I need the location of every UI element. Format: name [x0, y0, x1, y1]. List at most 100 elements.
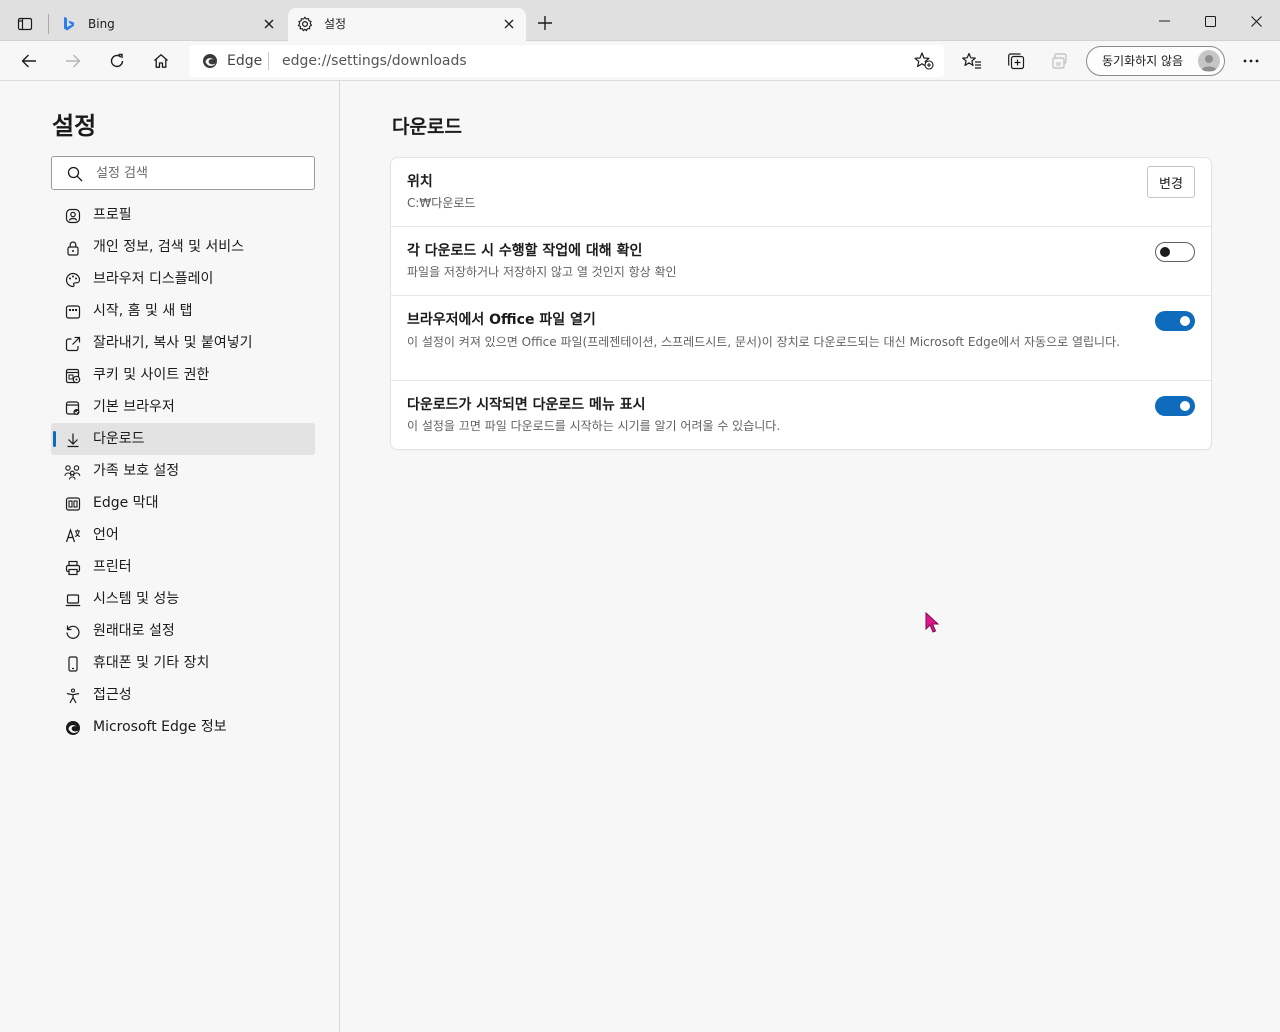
maximize-button[interactable]: [1192, 6, 1228, 36]
collections-button[interactable]: [1006, 51, 1026, 71]
sidebar-item-printers[interactable]: 프린터: [51, 551, 315, 583]
home-icon: [154, 54, 168, 68]
change-location-button[interactable]: 변경: [1147, 166, 1195, 198]
profile-icon: [64, 207, 81, 224]
default-browser-icon: [64, 399, 81, 416]
sidebar-item-start-page[interactable]: 시작, 홈 및 새 탭: [51, 295, 315, 327]
forward-button[interactable]: [57, 45, 89, 77]
sidebar-item-languages[interactable]: 언어: [51, 519, 315, 551]
close-icon[interactable]: [260, 15, 278, 33]
sidebar-item-label: 개인 정보, 검색 및 서비스: [93, 239, 245, 255]
sidebar-item-family[interactable]: 가족 보호 설정: [51, 455, 315, 487]
show-downloads-menu-toggle[interactable]: [1155, 396, 1195, 416]
toggle-knob: [1180, 401, 1190, 411]
tab-separator: [48, 14, 49, 34]
sidebar-item-label: 프로필: [93, 207, 132, 223]
tab-actions-button[interactable]: [8, 7, 42, 41]
close-icon[interactable]: [500, 15, 518, 33]
sidebar-item-label: 브라우저 디스플레이: [93, 271, 214, 287]
settings-nav: 프로필 개인 정보, 검색 및 서비스 브라우저 디스플레이 시작, 홈 및 새…: [51, 199, 315, 743]
palette-icon: [64, 271, 81, 288]
refresh-button[interactable]: [101, 45, 133, 77]
close-icon: [1250, 15, 1262, 27]
mouse-cursor-icon: [925, 612, 940, 633]
avatar: [1198, 50, 1220, 72]
tab-title: Bing: [88, 17, 115, 31]
sidebar-item-profile[interactable]: 프로필: [51, 199, 315, 231]
sidebar-item-label: 기본 브라우저: [93, 399, 175, 415]
download-icon: [64, 431, 81, 448]
sidebar-item-label: 언어: [93, 527, 119, 543]
sidebar-item-label: Microsoft Edge 정보: [93, 719, 227, 735]
sidebar-item-label: 잘라내기, 복사 및 붙여넣기: [93, 335, 253, 351]
sidebar-item-default-browser[interactable]: 기본 브라우저: [51, 391, 315, 423]
ask-where-to-save-row: 각 다운로드 시 수행할 작업에 대해 확인 파일을 저장하거나 저장하지 않고…: [391, 226, 1211, 295]
back-button[interactable]: [13, 45, 45, 77]
sidebar-item-downloads[interactable]: 다운로드: [51, 423, 315, 455]
add-favorite-icon[interactable]: [914, 52, 934, 70]
open-office-files-toggle[interactable]: [1155, 311, 1195, 331]
url-separator: [268, 52, 269, 70]
favorites-icon: [962, 52, 981, 69]
sidebar-item-system[interactable]: 시스템 및 성능: [51, 583, 315, 615]
sidebar-item-label: 다운로드: [93, 431, 145, 447]
sidebar-item-label: 시작, 홈 및 새 탭: [93, 303, 193, 319]
settings-and-more-button[interactable]: [1241, 51, 1261, 71]
site-identity-label[interactable]: Edge: [227, 52, 262, 70]
sidebar-item-label: 원래대로 설정: [93, 623, 175, 639]
sidebar-item-label: 휴대폰 및 기타 장치: [93, 655, 210, 671]
setting-title: 다운로드가 시작되면 다운로드 메뉴 표시: [407, 397, 646, 413]
home-button[interactable]: [145, 45, 177, 77]
sidebar-item-site-permissions[interactable]: 쿠키 및 사이트 권한: [51, 359, 315, 391]
sidebar-item-share-copy-paste[interactable]: 잘라내기, 복사 및 붙여넣기: [51, 327, 315, 359]
phone-icon: [64, 655, 81, 672]
reset-icon: [64, 623, 81, 640]
edge-logo-icon: [203, 54, 217, 68]
setting-title: 브라우저에서 Office 파일 열기: [407, 312, 596, 328]
window-close-button[interactable]: [1238, 6, 1274, 36]
tab-title: 설정: [324, 17, 347, 31]
sidebar-item-label: 프린터: [93, 559, 132, 575]
tab-bing[interactable]: Bing: [52, 8, 286, 41]
browser-essentials-button[interactable]: [1050, 51, 1070, 71]
sidebar-item-label: 시스템 및 성능: [93, 591, 180, 607]
lock-icon: [64, 239, 81, 256]
sidebar-item-accessibility[interactable]: 접근성: [51, 679, 315, 711]
sidebar-item-phone[interactable]: 휴대폰 및 기타 장치: [51, 647, 315, 679]
sidebar-item-edge-bar[interactable]: Edge 막대: [51, 487, 315, 519]
sidebar-item-label: 쿠키 및 사이트 권한: [93, 367, 210, 383]
show-downloads-menu-row: 다운로드가 시작되면 다운로드 메뉴 표시 이 설정을 끄면 파일 다운로드를 …: [391, 380, 1211, 449]
page-title: 다운로드: [392, 116, 462, 138]
profile-sync-label: 동기화하지 않음: [1102, 54, 1184, 68]
settings-search[interactable]: [51, 156, 315, 190]
url-text[interactable]: edge://settings/downloads: [282, 52, 467, 70]
edge-logo-icon: [64, 719, 81, 736]
profile-button[interactable]: 동기화하지 않음: [1086, 46, 1225, 76]
bing-icon: [61, 16, 77, 32]
refresh-icon: [110, 53, 124, 68]
sidebar-item-about[interactable]: Microsoft Edge 정보: [51, 711, 315, 743]
more-icon: [1243, 59, 1259, 63]
split-screen-icon: [1052, 53, 1067, 69]
favorites-button[interactable]: [962, 51, 982, 71]
new-tab-button[interactable]: [534, 12, 556, 34]
tab-settings[interactable]: 설정: [288, 8, 526, 41]
minimize-icon: [1158, 20, 1170, 22]
sidebar-item-appearance[interactable]: 브라우저 디스플레이: [51, 263, 315, 295]
search-input[interactable]: [96, 163, 296, 183]
share-icon: [64, 335, 81, 352]
sidebar-item-reset[interactable]: 원래대로 설정: [51, 615, 315, 647]
toggle-knob: [1160, 247, 1170, 257]
tab-actions-icon: [17, 17, 33, 31]
setting-description: 이 설정이 켜져 있으면 Office 파일(프레젠테이션, 스프레드시트, 문…: [407, 335, 1120, 349]
open-office-files-row: 브라우저에서 Office 파일 열기 이 설정이 켜져 있으면 Office …: [391, 295, 1211, 380]
sidebar-item-privacy[interactable]: 개인 정보, 검색 및 서비스: [51, 231, 315, 263]
ask-each-download-toggle[interactable]: [1155, 242, 1195, 262]
search-icon: [67, 166, 83, 182]
edge-bar-icon: [64, 495, 81, 512]
address-bar[interactable]: Edge edge://settings/downloads: [189, 45, 944, 77]
gear-icon: [297, 16, 313, 32]
settings-sidebar: 설정 프로필 개인 정보, 검색 및 서비스 브라우저 디스플레이: [0, 81, 340, 1032]
toggle-knob: [1180, 316, 1190, 326]
minimize-button[interactable]: [1146, 6, 1182, 36]
